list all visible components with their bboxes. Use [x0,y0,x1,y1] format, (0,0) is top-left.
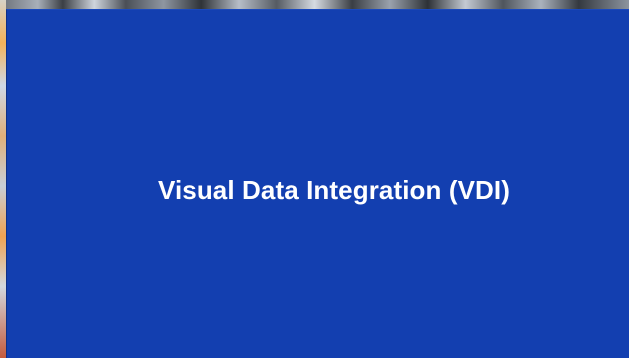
splash-title: Visual Data Integration (VDI) [157,175,511,205]
splash-screen: Visual Data Integration (VDI) [6,9,629,358]
